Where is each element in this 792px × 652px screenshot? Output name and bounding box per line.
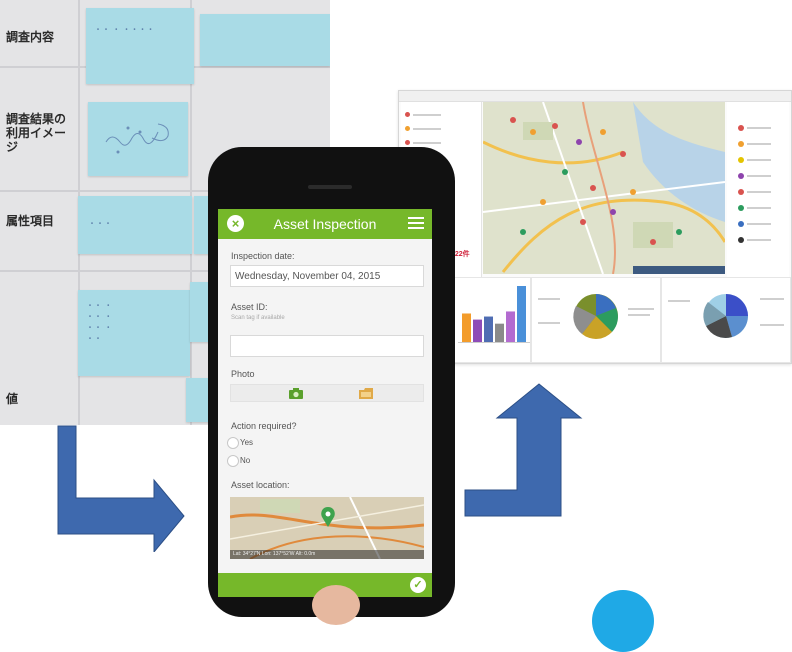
- sticky-note: [190, 282, 210, 342]
- asset-location-map[interactable]: Lat: 34°27'N Lon: 137°52'W Alt: 0.0m: [230, 497, 424, 559]
- asset-id-input[interactable]: [230, 335, 424, 357]
- radio-no[interactable]: [227, 455, 239, 467]
- submit-check-icon[interactable]: ✓: [410, 577, 426, 593]
- bar-axis: [458, 342, 530, 343]
- pie-chart-panel: [531, 277, 661, 363]
- asset-id-label: Asset ID:: [231, 302, 268, 312]
- pie-chart-panel: [661, 277, 791, 363]
- layer-row: [405, 110, 475, 120]
- smartphone: × Asset Inspection Inspection date: Wedn…: [208, 147, 455, 617]
- radio-no-label: No: [240, 456, 251, 465]
- bar: [495, 323, 504, 342]
- app-title: Asset Inspection: [273, 216, 377, 232]
- dashboard-titlebar: [399, 91, 791, 102]
- bar: [473, 319, 482, 342]
- sticky-note-attributes: ・・・: [78, 196, 192, 254]
- map-drawing: [483, 102, 725, 274]
- radio-yes[interactable]: [227, 437, 239, 449]
- bar: [506, 311, 515, 342]
- photo-label: Photo: [231, 369, 255, 379]
- asset-id-hint: Scan tag if available: [231, 315, 285, 321]
- bar: [484, 316, 493, 342]
- phone-screen: × Asset Inspection Inspection date: Wedn…: [218, 209, 432, 597]
- sticky-note: [200, 14, 330, 66]
- dashboard-screenshot: 122件: [398, 90, 792, 364]
- pie-chart: [668, 294, 784, 338]
- menu-icon[interactable]: [408, 217, 424, 230]
- asset-location-label: Asset location:: [231, 480, 290, 490]
- sticky-note-sketch: [88, 102, 188, 176]
- inspection-date-label: Inspection date:: [231, 251, 295, 261]
- sticky-note-values: ・・ ・ ・・ ・ ・・ ・ ・・: [78, 290, 190, 376]
- map-legend: [727, 102, 789, 282]
- label-values: 値: [6, 392, 19, 406]
- app-header: × Asset Inspection: [218, 209, 432, 239]
- dashboard-map[interactable]: [483, 102, 725, 274]
- arrow-down-right-icon: [57, 425, 185, 552]
- camera-icon[interactable]: [289, 388, 303, 399]
- blue-circle: [592, 590, 654, 652]
- label-survey-content: 調査内容: [6, 30, 55, 44]
- pie-chart: [538, 294, 654, 339]
- coordinates-readout: Lat: 34°27'N Lon: 137°52'W Alt: 0.0m: [230, 550, 424, 559]
- legend-items: [738, 125, 771, 243]
- sketch-drawing: [105, 123, 169, 154]
- label-attributes: 属性項目: [6, 214, 55, 228]
- finger: [312, 585, 360, 625]
- bar: [462, 313, 471, 342]
- folder-icon[interactable]: [359, 388, 373, 399]
- label-result-image: 調査結果の利用イメージ: [6, 112, 67, 154]
- arrow-right-up-icon: [464, 383, 583, 517]
- inspection-date-input[interactable]: Wednesday, November 04, 2015: [230, 265, 424, 287]
- bar: [517, 286, 526, 342]
- phone-speaker: [308, 185, 352, 189]
- sticky-note-survey: ・・ ・ ・・・・: [86, 8, 194, 84]
- action-required-label: Action required?: [231, 421, 297, 431]
- radio-yes-label: Yes: [240, 438, 254, 447]
- layer-row: [405, 124, 475, 134]
- photo-toolbar: [230, 384, 424, 402]
